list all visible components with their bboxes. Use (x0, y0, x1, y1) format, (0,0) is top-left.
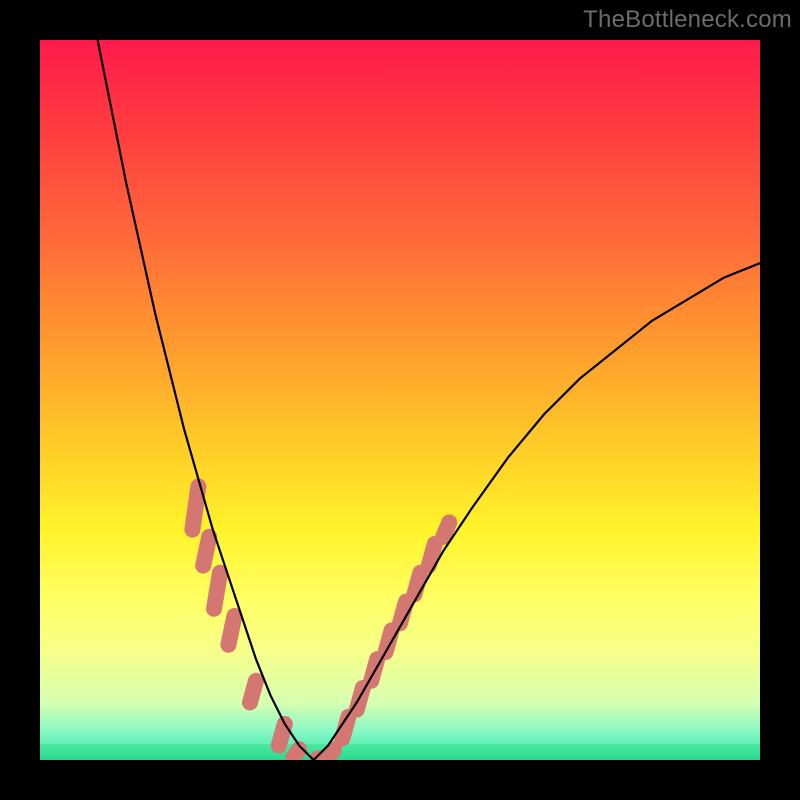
curve-layer (40, 40, 760, 760)
bottleneck-curve (98, 40, 760, 760)
data-point-marker (250, 681, 256, 703)
data-point-marker (443, 522, 449, 536)
data-point-markers (192, 486, 449, 760)
data-point-marker (228, 616, 234, 645)
plot-area (40, 40, 760, 760)
data-point-marker (429, 544, 435, 566)
data-point-marker (192, 486, 198, 529)
data-point-marker (203, 537, 209, 566)
data-point-marker (279, 724, 285, 746)
data-point-marker (214, 573, 220, 609)
watermark-text: TheBottleneck.com (583, 6, 792, 34)
data-point-marker (328, 749, 334, 758)
data-point-marker (293, 749, 299, 758)
chart-frame: TheBottleneck.com (0, 0, 800, 800)
